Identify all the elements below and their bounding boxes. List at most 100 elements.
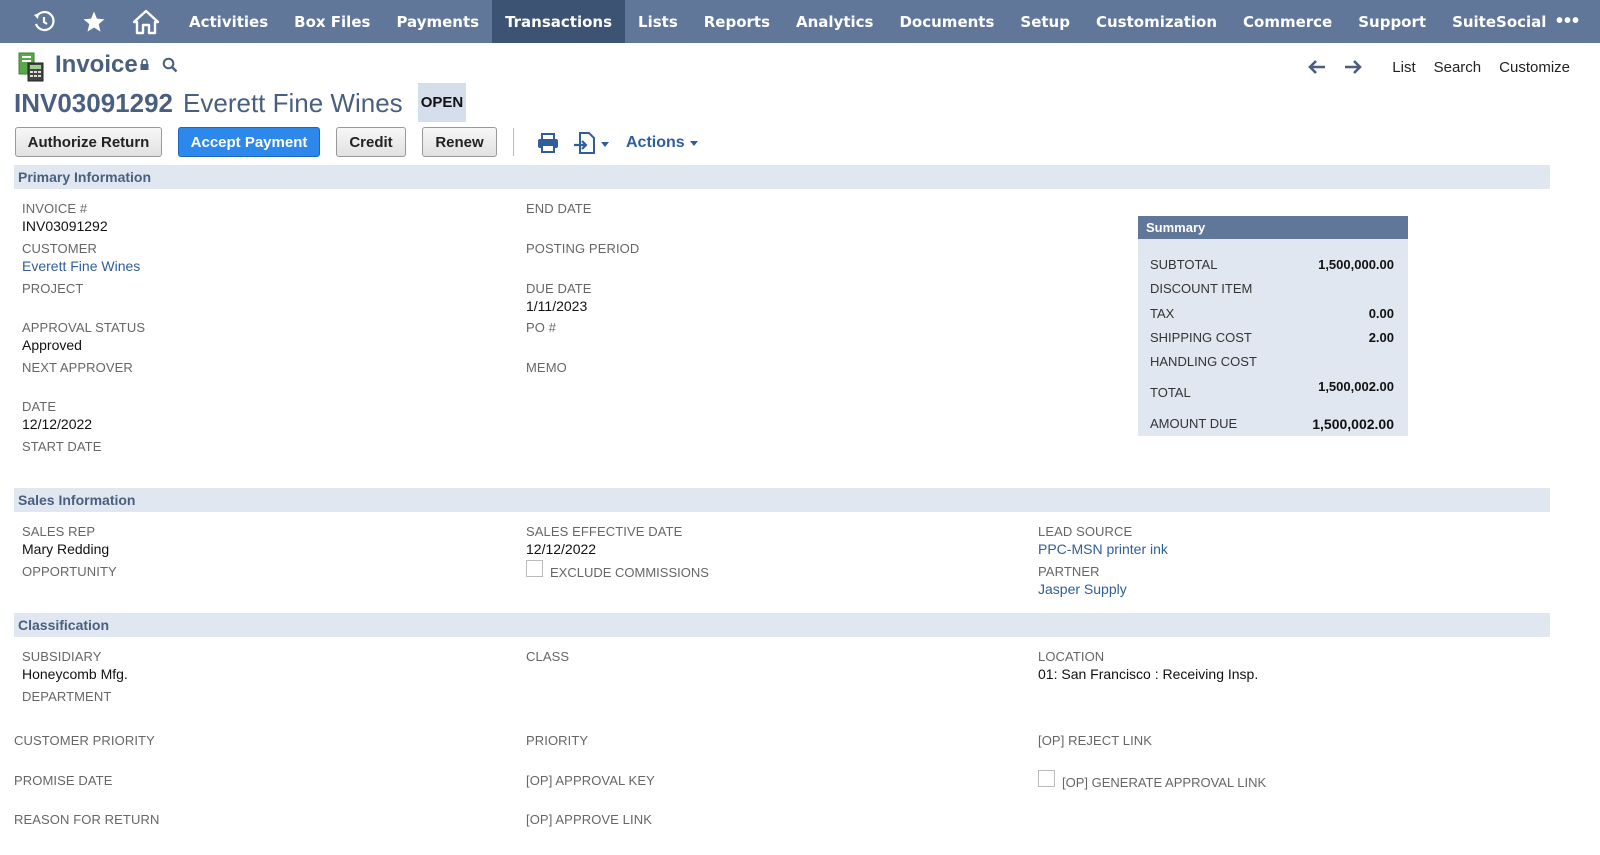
- summary-amount: 1,500,000.00: [1318, 257, 1394, 272]
- star-icon[interactable]: [66, 0, 122, 43]
- exclude-commissions-checkbox[interactable]: [526, 560, 543, 577]
- field-label: PRIORITY: [526, 733, 589, 748]
- field-value: Approved: [22, 337, 82, 353]
- nav-box-files[interactable]: Box Files: [281, 0, 383, 43]
- customize-link[interactable]: Customize: [1499, 59, 1570, 76]
- chevron-down-icon: [689, 140, 698, 146]
- field-start-date: START DATE: [22, 439, 102, 454]
- field-value: 12/12/2022: [526, 541, 597, 557]
- field-approval-key: [OP] APPROVAL KEY: [526, 773, 655, 788]
- summary-handling: HANDLING COST: [1150, 354, 1394, 369]
- field-value: 1/11/2023: [526, 298, 588, 314]
- accept-payment-button[interactable]: Accept Payment: [178, 127, 320, 157]
- customer-link[interactable]: Everett Fine Wines: [22, 258, 140, 274]
- field-label: DEPARTMENT: [22, 689, 112, 704]
- field-label: APPROVAL STATUS: [22, 320, 146, 335]
- field-value: INV03091292: [22, 218, 108, 234]
- field-label: OPPORTUNITY: [22, 564, 117, 579]
- field-department: DEPARTMENT: [22, 689, 111, 704]
- field-opportunity: OPPORTUNITY: [22, 564, 117, 579]
- export-document-icon[interactable]: [574, 131, 612, 160]
- field-label: CLASS: [526, 649, 570, 664]
- field-posting-period: POSTING PERIOD: [526, 241, 639, 256]
- nav-suitesocial[interactable]: SuiteSocial: [1439, 0, 1559, 43]
- more-menu-icon[interactable]: •••: [1556, 0, 1580, 43]
- lead-source-link[interactable]: PPC-MSN printer ink: [1038, 541, 1168, 557]
- generate-approval-link-checkbox[interactable]: [1038, 770, 1055, 787]
- field-reason-for-return: REASON FOR RETURN: [14, 812, 159, 827]
- search-icon[interactable]: [162, 57, 178, 78]
- authorize-return-button[interactable]: Authorize Return: [15, 127, 162, 157]
- summary-label: SUBTOTAL: [1150, 257, 1218, 272]
- summary-amount-due: AMOUNT DUE 1,500,002.00: [1150, 416, 1394, 432]
- field-label: DUE DATE: [526, 281, 592, 296]
- field-partner: PARTNER Jasper Supply: [1038, 564, 1127, 597]
- list-link[interactable]: List: [1392, 59, 1415, 76]
- nav-lists[interactable]: Lists: [625, 0, 691, 43]
- summary-box: Summary SUBTOTAL 1,500,000.00 DISCOUNT I…: [1138, 216, 1408, 436]
- field-generate-approval-link: [OP] GENERATE APPROVAL LINK: [1038, 767, 1266, 790]
- print-icon[interactable]: [537, 133, 559, 158]
- field-label: SALES EFFECTIVE DATE: [526, 524, 683, 539]
- field-label: PARTNER: [1038, 564, 1100, 579]
- summary-discount: DISCOUNT ITEM: [1150, 281, 1394, 296]
- field-label: PO #: [526, 320, 557, 335]
- field-invoice-number: INVOICE # INV03091292: [22, 201, 108, 234]
- field-label: NEXT APPROVER: [22, 360, 133, 375]
- field-approve-link: [OP] APPROVE LINK: [526, 812, 652, 827]
- summary-label: DISCOUNT ITEM: [1150, 281, 1253, 296]
- next-record-icon[interactable]: [1338, 57, 1368, 77]
- field-label: [OP] APPROVE LINK: [526, 812, 652, 827]
- invoice-record-icon: [18, 52, 46, 87]
- search-link[interactable]: Search: [1434, 59, 1482, 76]
- field-reject-link: [OP] REJECT LINK: [1038, 733, 1152, 748]
- summary-subtotal: SUBTOTAL 1,500,000.00: [1150, 257, 1394, 272]
- recent-records-icon[interactable]: [22, 0, 66, 43]
- field-priority: PRIORITY: [526, 733, 588, 748]
- summary-total: TOTAL 1,500,002.00: [1150, 379, 1394, 400]
- partner-link[interactable]: Jasper Supply: [1038, 581, 1127, 597]
- previous-record-icon[interactable]: [1302, 57, 1332, 77]
- field-label: REASON FOR RETURN: [14, 812, 160, 827]
- field-label: INVOICE #: [22, 201, 88, 216]
- field-value: 01: San Francisco : Receiving Insp.: [1038, 666, 1259, 682]
- nav-setup[interactable]: Setup: [1007, 0, 1083, 43]
- nav-customization[interactable]: Customization: [1083, 0, 1230, 43]
- nav-support[interactable]: Support: [1345, 0, 1439, 43]
- lock-icon: [139, 58, 150, 76]
- field-subsidiary: SUBSIDIARY Honeycomb Mfg.: [22, 649, 128, 682]
- nav-payments[interactable]: Payments: [383, 0, 492, 43]
- record-title: INV03091292 Everett Fine Wines: [14, 88, 403, 119]
- field-label: LEAD SOURCE: [1038, 524, 1133, 539]
- field-sales-rep: SALES REP Mary Redding: [22, 524, 109, 557]
- field-due-date: DUE DATE 1/11/2023: [526, 281, 592, 314]
- actions-menu[interactable]: Actions: [626, 134, 699, 152]
- section-classification[interactable]: Classification: [14, 613, 1550, 637]
- nav-transactions[interactable]: Transactions: [492, 0, 626, 43]
- field-value: Honeycomb Mfg.: [22, 666, 128, 682]
- credit-button[interactable]: Credit: [336, 127, 406, 157]
- renew-button[interactable]: Renew: [422, 127, 497, 157]
- section-sales-information[interactable]: Sales Information: [14, 488, 1550, 512]
- section-primary-information[interactable]: Primary Information: [14, 165, 1550, 189]
- nav-commerce[interactable]: Commerce: [1230, 0, 1345, 43]
- toolbar-divider: [513, 128, 514, 156]
- nav-analytics[interactable]: Analytics: [783, 0, 886, 43]
- field-memo: MEMO: [526, 360, 567, 375]
- field-exclude-commissions: EXCLUDE COMMISSIONS: [526, 557, 709, 580]
- field-label: PROMISE DATE: [14, 773, 113, 788]
- field-project: PROJECT: [22, 281, 83, 296]
- field-label: LOCATION: [1038, 649, 1105, 664]
- field-customer: CUSTOMER Everett Fine Wines: [22, 241, 140, 274]
- summary-amount: 2.00: [1368, 330, 1394, 345]
- summary-label: HANDLING COST: [1150, 354, 1257, 369]
- summary-title: Summary: [1138, 216, 1408, 239]
- field-end-date: END DATE: [526, 201, 592, 216]
- field-label: SUBSIDIARY: [22, 649, 102, 664]
- nav-documents[interactable]: Documents: [886, 0, 1007, 43]
- transaction-number: INV03091292: [14, 88, 174, 118]
- summary-amount: 1,500,002.00: [1318, 379, 1394, 394]
- home-icon[interactable]: [122, 0, 170, 43]
- nav-activities[interactable]: Activities: [176, 0, 281, 43]
- nav-reports[interactable]: Reports: [691, 0, 783, 43]
